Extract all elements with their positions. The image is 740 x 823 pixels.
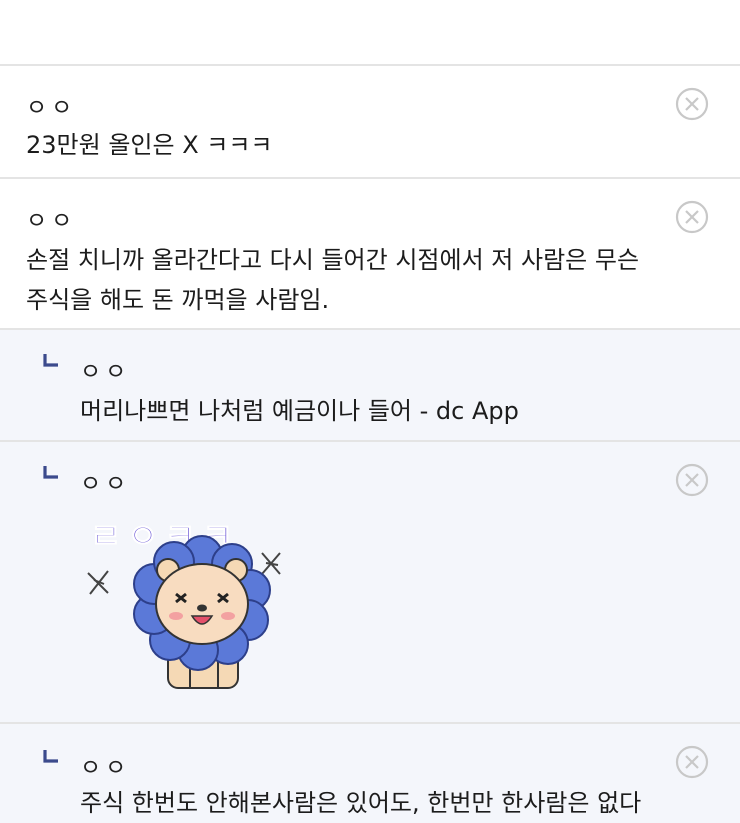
reply-item: ㅇㅇ ㄹㅇㅋㅋ	[0, 442, 740, 724]
close-circle-icon[interactable]	[674, 462, 710, 498]
comment-text: 23만원 올인은 X ㅋㅋㅋ	[26, 131, 273, 159]
reply-item: ㅇㅇ 주식 한번도 안해본사람은 있어도, 한번만 한사람은 없다	[0, 724, 740, 823]
comment-text: 주식 한번도 안해본사람은 있어도, 한번만 한사람은 없다	[80, 789, 642, 817]
reply-arrow-icon	[43, 750, 58, 763]
close-circle-icon[interactable]	[674, 744, 710, 780]
comment-text-line: 주식을 해도 돈 까먹을 사람임.	[26, 286, 330, 314]
lion-flower-sticker: ㄹㅇㅋㅋ	[87, 517, 281, 689]
reply-arrow-icon	[43, 466, 58, 479]
close-circle-icon[interactable]	[674, 199, 710, 235]
comment-nickname[interactable]: ㅇㅇ	[26, 201, 76, 235]
close-circle-icon[interactable]	[674, 86, 710, 122]
comment-item: ㅇㅇ 23만원 올인은 X ㅋㅋㅋ	[0, 66, 740, 179]
comment-text-line: 손절 치니까 올라간다고 다시 들어간 시점에서 저 사람은 무슨	[26, 246, 640, 274]
reply-arrow-icon	[43, 354, 58, 367]
comment-item: ㅇㅇ 손절 치니까 올라간다고 다시 들어간 시점에서 저 사람은 무슨 주식을…	[0, 179, 740, 330]
top-blank-area	[0, 0, 740, 66]
comment-text: 머리나쁘면 나처럼 예금이나 들어 - dc App	[80, 397, 519, 425]
reply-item: ㅇㅇ 머리나쁘면 나처럼 예금이나 들어 - dc App	[0, 330, 740, 442]
comment-nickname[interactable]: ㅇㅇ	[80, 748, 130, 782]
comment-nickname[interactable]: ㅇㅇ	[80, 464, 130, 498]
comment-nickname[interactable]: ㅇㅇ	[26, 88, 76, 122]
comment-nickname[interactable]: ㅇㅇ	[80, 352, 130, 386]
